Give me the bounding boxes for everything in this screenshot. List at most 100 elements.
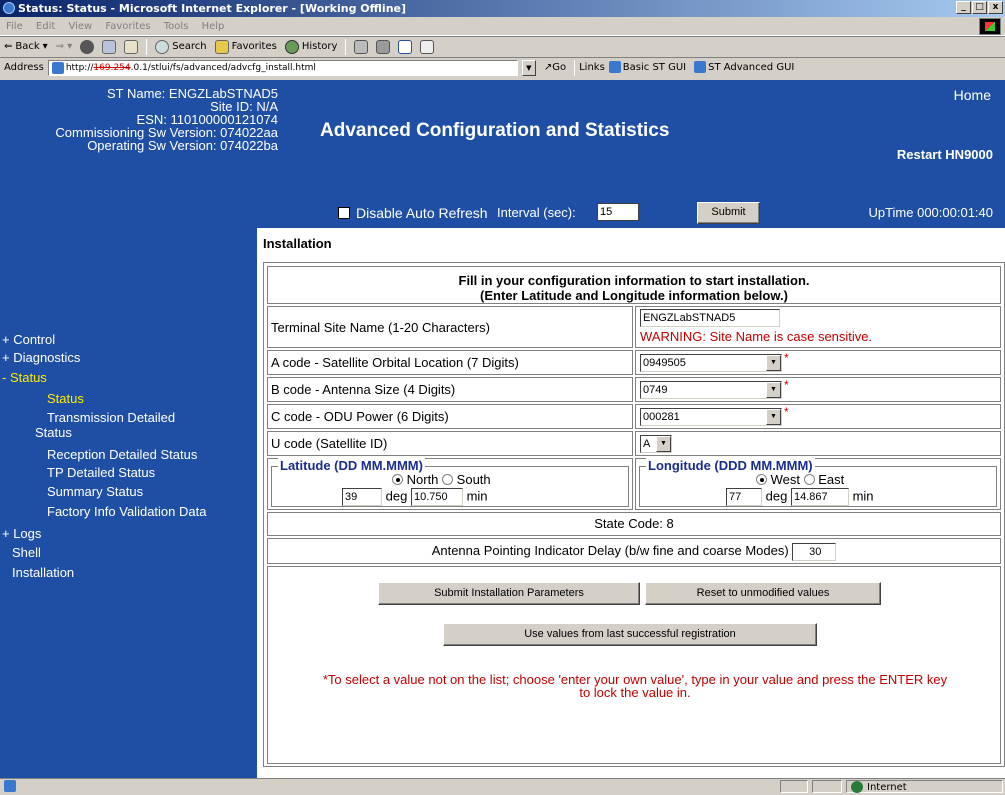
menu-view[interactable]: View <box>68 21 92 32</box>
footnote: *To select a value not on the list; choo… <box>272 673 998 699</box>
interval-input[interactable]: 15 <box>597 203 639 221</box>
api-delay-input[interactable]: 30 <box>792 542 837 561</box>
a-code-label: A code - Satellite Orbital Location (7 D… <box>267 350 633 375</box>
east-label: East <box>818 472 845 487</box>
latitude-deg-input[interactable]: 39 <box>342 488 382 506</box>
disable-auto-refresh: Disable Auto Refresh <box>338 205 488 221</box>
sidebar-item-status-status[interactable]: Status <box>47 392 247 406</box>
latitude-min-input[interactable]: 10.750 <box>410 488 463 506</box>
home-icon[interactable] <box>124 40 139 54</box>
intro-line-1: Fill in your configuration information t… <box>458 273 810 288</box>
window-title: Status: Status - Microsoft Internet Expl… <box>18 2 407 15</box>
sidebar-item-transmission-cont[interactable]: Status <box>35 426 235 440</box>
sidebar-item-installation[interactable]: Installation <box>12 566 74 580</box>
u-code-cell: A ▼ <box>635 431 1001 456</box>
refresh-icon[interactable] <box>102 40 117 54</box>
link-advanced-label: ST Advanced GUI <box>708 62 795 73</box>
site-name-label: Terminal Site Name (1-20 Characters) <box>267 306 633 348</box>
link-st-advanced-gui[interactable]: ST Advanced GUI <box>694 58 794 78</box>
mail-icon[interactable] <box>354 40 369 54</box>
restart-link[interactable]: Restart HN9000 <box>897 147 993 162</box>
page-icon <box>51 61 64 74</box>
sidebar-item-transmission[interactable]: Transmission Detailed <box>47 411 247 425</box>
latitude-legend: Latitude (DD MM.MMM) <box>278 458 425 473</box>
north-radio[interactable] <box>392 474 403 485</box>
sidebar-item-factory[interactable]: Factory Info Validation Data <box>47 505 247 519</box>
west-radio[interactable] <box>756 474 767 485</box>
longitude-cell: Longitude (DDD MM.MMM) West East 77 deg … <box>635 458 1001 510</box>
installation-form: Fill in your configuration information t… <box>263 262 1005 767</box>
longitude-min-label: min <box>852 488 874 504</box>
menu-tools[interactable]: Tools <box>164 21 189 32</box>
address-label: Address <box>4 62 44 73</box>
reset-button[interactable]: Reset to unmodified values <box>645 582 881 605</box>
back-label: Back <box>15 41 40 52</box>
go-button[interactable]: ↗Go <box>544 58 566 78</box>
close-button[interactable]: x <box>988 1 1003 14</box>
edit-icon[interactable] <box>398 40 413 54</box>
use-last-registration-button[interactable]: Use values from last successful registra… <box>443 623 817 646</box>
b-code-label: B code - Antenna Size (4 Digits) <box>267 377 633 402</box>
a-code-cell: 0949505 ▼ * <box>635 350 1001 375</box>
main-content: Installation Fill in your configuration … <box>258 228 1005 778</box>
print-icon[interactable] <box>376 40 391 54</box>
sidebar-item-control[interactable]: + Control <box>2 333 55 347</box>
sidebar-item-summary[interactable]: Summary Status <box>47 485 247 499</box>
url-path: .0.1/stlui/fs/advanced/advcfg_install.ht… <box>130 63 316 73</box>
sidebar-item-status[interactable]: - Status <box>2 371 47 385</box>
longitude-deg-input[interactable]: 77 <box>726 488 762 506</box>
site-name-input[interactable]: ENGZLabSTNAD5 <box>640 309 780 327</box>
stop-icon[interactable] <box>80 40 95 54</box>
intro-text: Fill in your configuration information t… <box>267 266 1001 304</box>
east-radio[interactable] <box>803 474 815 485</box>
sidebar-item-shell[interactable]: Shell <box>12 546 41 560</box>
favorites-button[interactable]: Favorites <box>214 36 277 58</box>
south-radio[interactable] <box>442 474 454 485</box>
latitude-values: 39 deg 10.750 min <box>342 488 488 506</box>
menu-help[interactable]: Help <box>202 21 225 32</box>
u-code-select[interactable]: A ▼ <box>640 435 672 453</box>
address-dropdown-icon[interactable]: ▼ <box>521 60 536 76</box>
home-link[interactable]: Home <box>954 87 991 103</box>
sidebar-item-reception[interactable]: Reception Detailed Status <box>47 448 247 462</box>
interval-submit-button[interactable]: Submit <box>697 202 760 224</box>
latitude-cell: Latitude (DD MM.MMM) North South 39 deg … <box>267 458 633 510</box>
c-code-select[interactable]: 000281 ▼ <box>640 408 782 426</box>
sidebar-item-diagnostics[interactable]: + Diagnostics <box>2 351 80 365</box>
latitude-deg-label: deg <box>385 488 408 504</box>
uptime: UpTime 000:00:01:40 <box>868 205 993 220</box>
status-bar: Internet <box>0 778 1005 793</box>
page-header: ST Name: ENGZLabSTNAD5 Site ID: N/A ESN:… <box>0 80 1005 228</box>
auto-refresh-checkbox[interactable] <box>338 207 350 219</box>
page-icon <box>608 61 621 73</box>
link-basic-st-gui[interactable]: Basic ST GUI <box>608 58 686 78</box>
history-label: History <box>301 41 338 52</box>
footnote-line-2: to lock the value in. <box>579 685 691 700</box>
chevron-down-icon: ▼ <box>766 409 781 425</box>
minimize-button[interactable]: _ <box>956 1 971 14</box>
longitude-min-input[interactable]: 14.867 <box>790 488 849 506</box>
address-input[interactable]: http://169.254.0.1/stlui/fs/advanced/adv… <box>47 60 518 76</box>
longitude-values: 77 deg 14.867 min <box>726 488 874 506</box>
sidebar-item-logs[interactable]: + Logs <box>2 527 41 541</box>
b-code-select[interactable]: 0749 ▼ <box>640 381 782 399</box>
c-code-cell: 000281 ▼ * <box>635 404 1001 429</box>
discuss-icon[interactable] <box>420 40 435 54</box>
menu-file[interactable]: File <box>6 21 23 32</box>
a-code-select[interactable]: 0949505 ▼ <box>640 354 782 372</box>
submit-installation-button[interactable]: Submit Installation Parameters <box>378 582 640 605</box>
page-done-icon <box>4 780 16 792</box>
longitude-fieldset: Longitude (DDD MM.MMM) West East 77 deg … <box>639 458 997 507</box>
back-button[interactable]: ⇐ Back ▾ <box>4 36 48 58</box>
sidebar-item-tp[interactable]: TP Detailed Status <box>47 466 247 480</box>
search-button[interactable]: Search <box>155 36 207 58</box>
forward-button[interactable]: ⇒ ▾ <box>56 36 73 58</box>
history-button[interactable]: History <box>284 36 338 58</box>
menu-edit[interactable]: Edit <box>36 21 55 32</box>
maximize-button[interactable]: □ <box>972 1 987 14</box>
west-label: West <box>770 472 801 487</box>
site-name-cell: ENGZLabSTNAD5 WARNING: Site Name is case… <box>635 306 1001 348</box>
page-icon <box>694 61 707 73</box>
chevron-down-icon: ▼ <box>766 355 781 371</box>
menu-favorites[interactable]: Favorites <box>105 21 150 32</box>
